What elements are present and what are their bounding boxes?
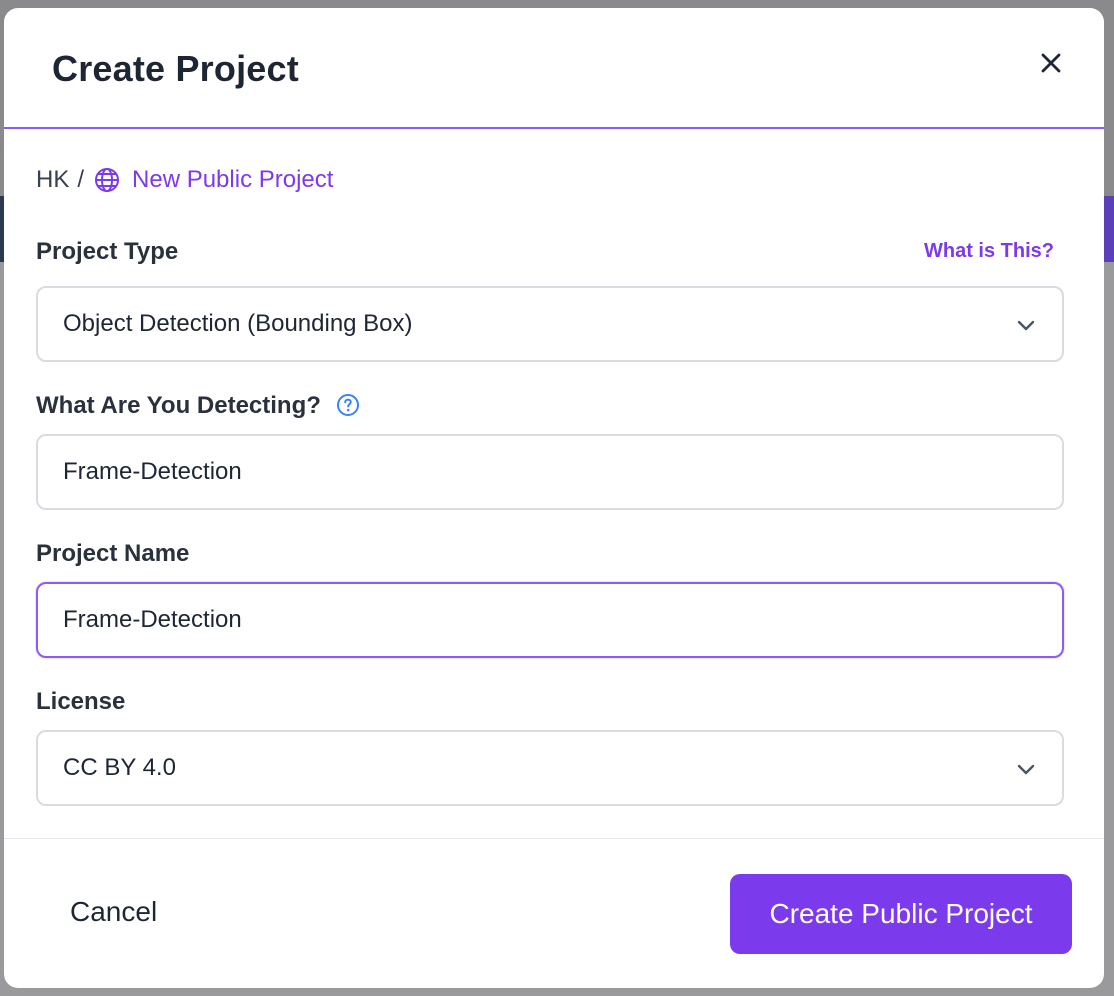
project-type-value: Object Detection (Bounding Box)	[63, 310, 413, 337]
cancel-button[interactable]: Cancel	[70, 896, 157, 928]
detecting-label: What Are You Detecting?	[36, 392, 360, 420]
create-public-project-button[interactable]: Create Public Project	[730, 874, 1072, 954]
detecting-input-value: Frame-Detection	[63, 458, 242, 485]
detecting-label-text: What Are You Detecting?	[36, 392, 321, 419]
footer-divider	[4, 838, 1104, 839]
project-name-input[interactable]: Frame-Detection	[36, 582, 1064, 658]
what-is-this-link[interactable]: What is This?	[924, 240, 1054, 263]
modal-header: Create Project	[4, 8, 1104, 129]
modal-title: Create Project	[52, 48, 299, 89]
license-select[interactable]: CC BY 4.0	[36, 730, 1064, 806]
license-label: License	[36, 688, 126, 715]
breadcrumb-project-label: New Public Project	[132, 166, 334, 193]
globe-icon	[95, 168, 120, 192]
project-name-label: Project Name	[36, 540, 190, 567]
chevron-down-icon	[1017, 320, 1035, 331]
breadcrumb: HK / New Public Project	[36, 166, 333, 194]
license-value: CC BY 4.0	[63, 754, 176, 781]
breadcrumb-new-project-link[interactable]: New Public Project	[94, 166, 333, 194]
project-type-select[interactable]: Object Detection (Bounding Box)	[36, 286, 1064, 362]
question-circle-icon[interactable]	[336, 393, 360, 417]
breadcrumb-workspace[interactable]: HK	[36, 166, 69, 194]
project-type-label: Project Type	[36, 238, 179, 265]
chevron-down-icon	[1017, 764, 1035, 775]
detecting-input[interactable]: Frame-Detection	[36, 434, 1064, 510]
create-project-modal: Create Project HK / New Public Project P…	[4, 8, 1104, 988]
close-icon	[1041, 53, 1061, 73]
breadcrumb-separator: /	[77, 166, 85, 193]
close-button[interactable]	[1036, 48, 1066, 78]
project-name-input-value: Frame-Detection	[63, 606, 242, 633]
